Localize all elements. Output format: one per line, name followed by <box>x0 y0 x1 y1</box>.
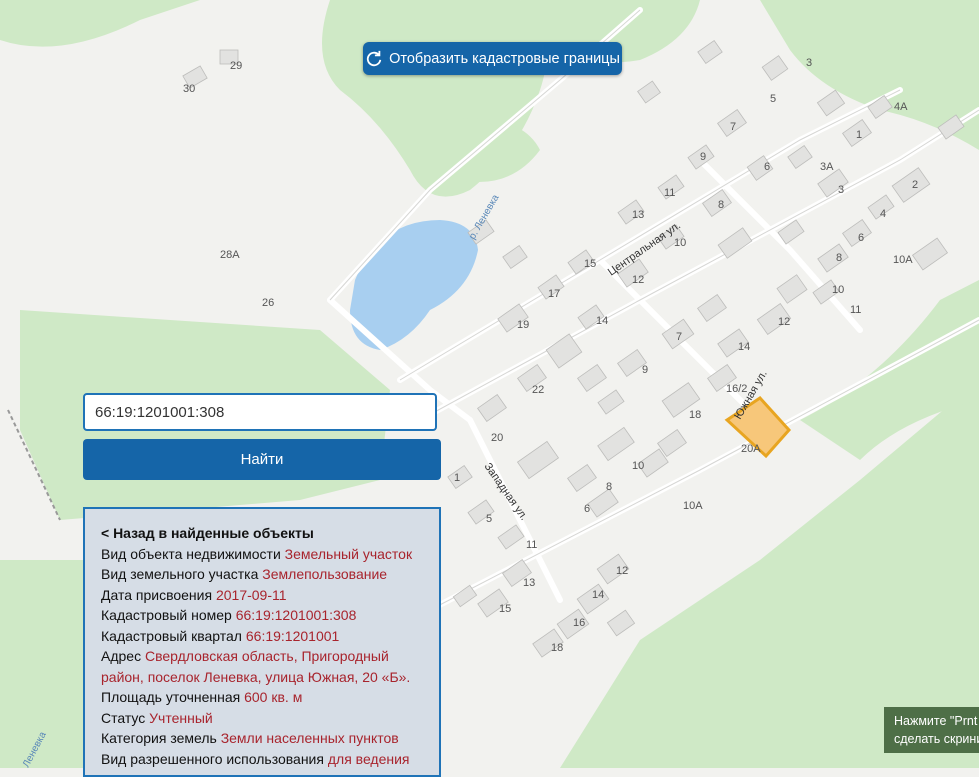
house-number-label: 11 <box>664 187 675 199</box>
find-button[interactable]: Найти <box>83 439 441 480</box>
house-number-label: 6 <box>858 232 864 244</box>
detail-row-object-type: Вид объекта недвижимости Земельный участ… <box>101 544 439 565</box>
house-number-label: 5 <box>486 513 492 525</box>
detail-value: 66:19:1201001 <box>245 627 340 644</box>
house-number-label: 13 <box>523 577 535 589</box>
detail-row-permitted-use: Вид разрешенного использования для веден… <box>101 749 439 770</box>
detail-label: Вид объекта недвижимости <box>101 545 281 562</box>
house-number-label: 22 <box>532 384 544 396</box>
house-number-label: 6 <box>764 161 770 173</box>
house-number-label: 17 <box>548 288 560 300</box>
detail-label: Вид земельного участка <box>101 566 259 582</box>
house-number-label: 15 <box>584 258 596 270</box>
house-number-label: 26 <box>262 297 274 309</box>
detail-value: Свердловская область, Пригородный район,… <box>101 648 411 685</box>
detail-row-cadastral-number: Кадастровый номер 66:19:1201001:308 <box>101 605 439 626</box>
detail-value: для ведения <box>327 750 410 767</box>
house-number-label: 3А <box>820 161 834 173</box>
detail-label: Статус <box>101 709 146 726</box>
detail-value: 66:19:1201001:308 <box>235 607 357 623</box>
house-number-label: 9 <box>642 364 648 376</box>
house-number-label: 2 <box>912 179 918 191</box>
house-number-label: 4 <box>880 208 886 220</box>
house-number-label: 14 <box>596 315 608 327</box>
house-number-label: 12 <box>778 316 790 328</box>
house-number-label: 10А <box>683 500 703 512</box>
house-number-label: 5 <box>770 93 776 105</box>
house-number-label: 16/2 <box>726 383 747 395</box>
house-number-label: 14 <box>738 341 750 353</box>
house-number-label: 12 <box>632 274 644 286</box>
house-number-label: 7 <box>676 331 682 343</box>
house-number-label: 10 <box>674 237 686 249</box>
house-number-label: 10А <box>893 254 913 266</box>
house-number-label: 1 <box>856 129 862 141</box>
house-number-label: 9 <box>700 151 706 163</box>
house-number-label: 8 <box>836 252 842 264</box>
cadastral-number-search-input[interactable]: 66:19:1201001:308 <box>83 393 437 431</box>
house-number-label: 10 <box>832 284 844 296</box>
refresh-icon <box>367 50 382 66</box>
detail-label: Адрес <box>101 648 142 664</box>
detail-label: Кадастровый номер <box>101 607 232 623</box>
detail-value: 600 кв. м <box>244 689 303 705</box>
detail-label: Кадастровый квартал <box>101 627 242 644</box>
house-number-label: 29 <box>230 60 242 72</box>
detail-value: Землепользование <box>262 566 388 582</box>
screenshot-hint-line1: Нажмите "Prnt <box>894 714 978 728</box>
house-number-label: 11 <box>850 304 861 316</box>
detail-value: Земли населенных пунктов <box>220 730 399 746</box>
house-number-label: 28А <box>220 249 240 261</box>
house-number-label: 10 <box>632 460 644 472</box>
detail-value: Учтенный <box>149 709 213 726</box>
show-cadastral-borders-label: Отобразить кадастровые границы <box>389 50 620 67</box>
house-number-label: 14 <box>592 589 604 601</box>
house-number-label: 16 <box>573 617 585 629</box>
screenshot-hint-overlay[interactable]: Нажмите "Prnt сделать скрини <box>884 707 979 753</box>
house-number-label: 7 <box>730 121 736 133</box>
show-cadastral-borders-button[interactable]: Отобразить кадастровые границы <box>363 42 622 75</box>
detail-value: 2017-09-11 <box>215 586 287 603</box>
object-details-panel: < Назад в найденные объекты Вид объекта … <box>83 507 441 777</box>
screenshot-hint-line2: сделать скрини <box>894 732 979 746</box>
house-number-label: 30 <box>183 83 195 95</box>
house-number-label: 3 <box>838 184 844 196</box>
detail-row-land-type: Вид земельного участка Землепользование <box>101 564 439 585</box>
house-number-label: 20А <box>741 443 761 455</box>
house-number-label: 18 <box>551 642 563 654</box>
detail-row-date: Дата присвоения 2017-09-11 <box>101 585 439 606</box>
back-to-results-link[interactable]: < Назад в найденные объекты <box>101 523 439 544</box>
detail-row-cadastral-quarter: Кадастровый квартал 66:19:1201001 <box>101 626 439 647</box>
detail-row-area: Площадь уточненная 600 кв. м <box>101 687 439 708</box>
house-number-label: 1 <box>454 472 460 484</box>
house-number-label: 18 <box>689 409 701 421</box>
house-number-label: 20 <box>491 432 503 444</box>
detail-label: Дата присвоения <box>101 586 213 603</box>
detail-label: Вид разрешенного использования <box>101 750 324 767</box>
house-number-label: 8 <box>718 199 724 211</box>
house-number-label: 13 <box>632 209 644 221</box>
detail-row-land-category: Категория земель Земли населенных пункто… <box>101 728 439 749</box>
house-number-label: 11 <box>526 539 537 551</box>
detail-label: Площадь уточненная <box>101 689 241 705</box>
house-number-label: 15 <box>499 603 511 615</box>
house-number-label: 4А <box>894 101 908 113</box>
detail-value: Земельный участок <box>284 545 413 562</box>
detail-label: Категория земель <box>101 730 217 746</box>
house-number-label: 19 <box>517 319 529 331</box>
house-number-label: 6 <box>584 503 590 515</box>
house-number-label: 3 <box>806 57 812 69</box>
house-number-label: 12 <box>616 565 628 577</box>
detail-row-address: Адрес Свердловская область, Пригородный … <box>101 646 439 687</box>
house-number-label: 8 <box>606 481 612 493</box>
detail-row-status: Статус Учтенный <box>101 708 439 729</box>
